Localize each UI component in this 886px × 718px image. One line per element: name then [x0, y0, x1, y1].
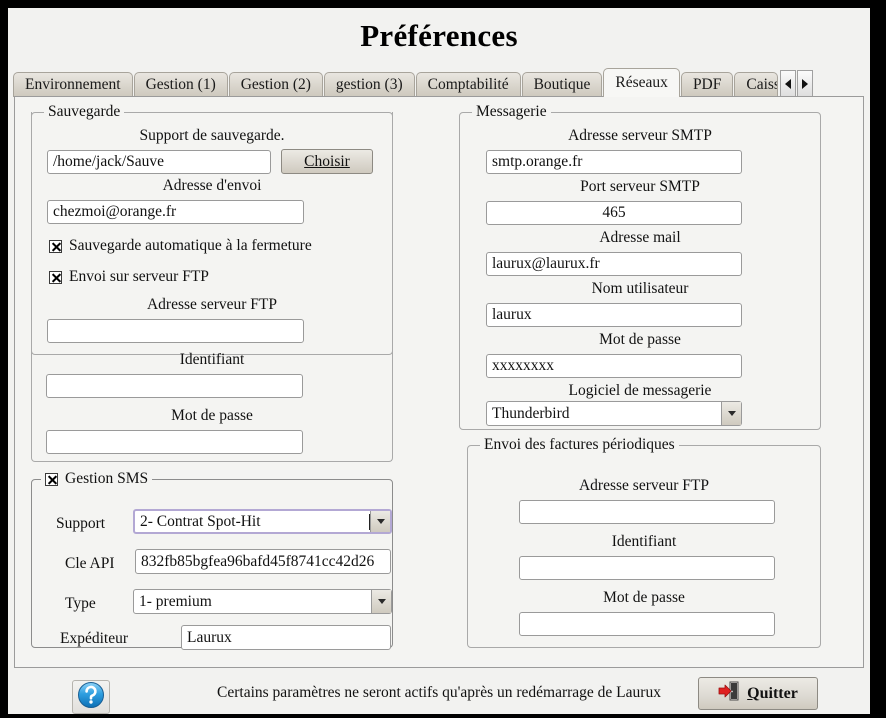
exit-door-icon	[718, 681, 740, 706]
checkbox-checked-icon	[49, 239, 62, 253]
quitter-button[interactable]: Quitter	[698, 677, 818, 710]
checkbox-checked-icon	[49, 270, 62, 284]
preferences-window: Préférences Environnement Gestion (1) Ge…	[8, 8, 870, 714]
label-smtp-port: Port serveur SMTP	[580, 178, 700, 195]
label-sauvegarde-identifiant: Identifiant	[179, 351, 245, 368]
adresse-mail-input[interactable]: laurux@laurux.fr	[486, 252, 742, 276]
group-factures-periodiques: Envoi des factures périodiques Adresse s…	[467, 436, 821, 648]
label-sms-expediteur: Expéditeur	[60, 630, 129, 647]
choisir-button[interactable]: Choisir	[281, 149, 373, 174]
label-factures-ftp: Adresse serveur FTP	[578, 477, 709, 494]
label-sauvegarde-motdepasse: Mot de passe	[171, 407, 253, 424]
label-logiciel-messagerie: Logiciel de messagerie	[568, 382, 712, 399]
label-factures-motdepasse: Mot de passe	[603, 589, 685, 606]
tab-boutique[interactable]: Boutique	[521, 72, 603, 97]
tab-pdf[interactable]: PDF	[680, 72, 734, 97]
chevron-down-icon[interactable]	[370, 511, 390, 532]
tab-caisse[interactable]: Caisse	[734, 72, 779, 97]
label-sms-support: Support	[56, 515, 106, 532]
page-title: Préférences	[360, 18, 518, 53]
checkbox-envoi-ftp[interactable]: Envoi sur serveur FTP	[49, 268, 209, 286]
tab-environnement[interactable]: Environnement	[13, 72, 133, 97]
group-messagerie: Messagerie Adresse serveur SMTP smtp.ora…	[459, 103, 821, 430]
tab-gestion-2[interactable]: Gestion (2)	[228, 72, 323, 97]
quitter-button-label: Quitter	[747, 684, 798, 702]
sms-support-value: 2- Contrat Spot-Hit	[140, 512, 261, 530]
chevron-down-icon[interactable]	[371, 590, 391, 613]
tab-reseaux[interactable]: Réseaux	[603, 68, 680, 97]
label-sms-type: Type	[65, 595, 96, 612]
label-adresse-mail: Adresse mail	[599, 229, 681, 246]
label-adresse-serveur-ftp: Adresse serveur FTP	[146, 296, 277, 313]
checkbox-sauvegarde-automatique[interactable]: Sauvegarde automatique à la fermeture	[49, 237, 312, 255]
group-gestion-sms-legend: Gestion SMS	[65, 470, 149, 487]
tab-scroll-right-button[interactable]	[797, 70, 814, 97]
smtp-port-input[interactable]: 465	[486, 201, 742, 225]
label-support-sauvegarde: Support de sauvegarde.	[139, 127, 285, 144]
group-factures-legend: Envoi des factures périodiques	[480, 436, 679, 454]
nom-utilisateur-input[interactable]: laurux	[486, 303, 742, 327]
chevron-right-icon	[801, 78, 809, 89]
group-sauvegarde-legend: Sauvegarde	[44, 103, 125, 121]
label-sms-cle-api: Cle API	[65, 555, 115, 572]
adresse-serveur-ftp-input[interactable]	[47, 319, 304, 343]
group-sauvegarde: Sauvegarde Support de sauvegarde. /home/…	[31, 103, 393, 355]
factures-identifiant-input[interactable]	[519, 556, 775, 580]
label-factures-identifiant: Identifiant	[611, 533, 677, 550]
logiciel-messagerie-value: Thunderbird	[492, 404, 570, 422]
choisir-button-label: Choisir	[304, 153, 350, 170]
label-smtp-serveur: Adresse serveur SMTP	[568, 127, 712, 144]
checkbox-envoi-ftp-label: Envoi sur serveur FTP	[69, 268, 209, 285]
factures-motdepasse-input[interactable]	[519, 612, 775, 636]
tab-panel-reseaux: Sauvegarde Support de sauvegarde. /home/…	[14, 96, 864, 668]
checkbox-checked-icon	[45, 472, 58, 486]
label-adresse-envoi: Adresse d'envoi	[162, 177, 262, 194]
sms-support-combobox[interactable]: 2- Contrat Spot-Hit	[133, 509, 392, 534]
tab-comptabilite[interactable]: Comptabilité	[415, 72, 521, 97]
chevron-left-icon	[784, 78, 792, 89]
label-nom-utilisateur: Nom utilisateur	[591, 280, 689, 297]
tab-gestion-1[interactable]: Gestion (1)	[133, 72, 228, 97]
sms-cle-api-input[interactable]: 832fb85bgfea96bafd45f8741cc42d26	[135, 549, 391, 574]
tab-gestion-3[interactable]: gestion (3)	[323, 72, 415, 97]
support-sauvegarde-input[interactable]: /home/jack/Sauve	[47, 150, 271, 174]
sms-type-value: 1- premium	[139, 592, 212, 610]
logiciel-messagerie-combobox[interactable]: Thunderbird	[486, 401, 742, 426]
chevron-down-icon[interactable]	[721, 402, 741, 425]
group-messagerie-legend: Messagerie	[472, 103, 551, 121]
sms-type-combobox[interactable]: 1- premium	[133, 589, 392, 614]
tab-scroll-left-button[interactable]	[780, 70, 797, 97]
checkbox-sauvegarde-automatique-label: Sauvegarde automatique à la fermeture	[69, 237, 312, 254]
smtp-serveur-input[interactable]: smtp.orange.fr	[486, 150, 742, 174]
adresse-envoi-input[interactable]: chezmoi@orange.fr	[47, 200, 304, 224]
bottom-bar: Certains paramètres ne seront actifs qu'…	[8, 672, 870, 714]
group-gestion-sms: Gestion SMS Support 2- Contrat Spot-Hit …	[31, 470, 393, 650]
sms-expediteur-input[interactable]: Laurux	[181, 625, 391, 650]
tab-bar: Environnement Gestion (1) Gestion (2) ge…	[13, 68, 865, 97]
sauvegarde-identifiant-input[interactable]	[46, 374, 303, 398]
messagerie-motdepasse-input[interactable]: xxxxxxxx	[486, 354, 742, 378]
sauvegarde-motdepasse-input[interactable]	[46, 430, 303, 454]
label-messagerie-motdepasse: Mot de passe	[599, 331, 681, 348]
checkbox-gestion-sms[interactable]: Gestion SMS	[41, 470, 153, 488]
factures-ftp-input[interactable]	[519, 500, 775, 524]
